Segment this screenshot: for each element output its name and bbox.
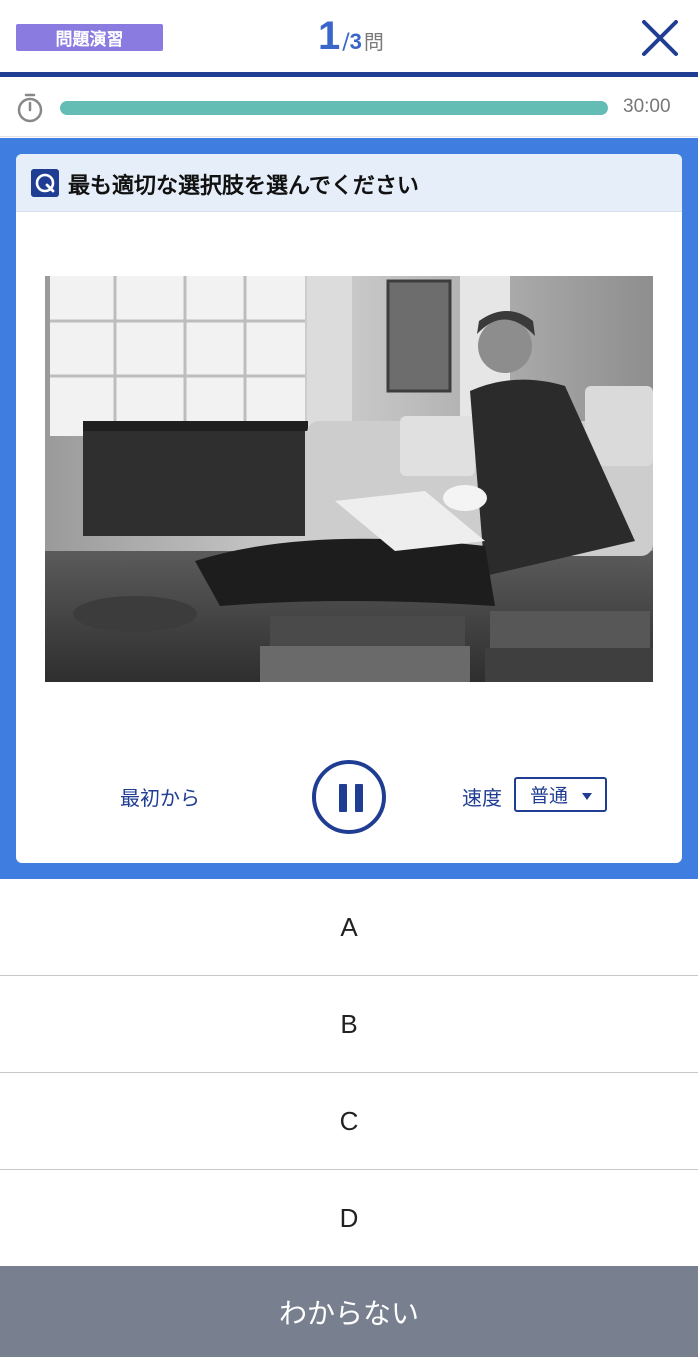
pause-icon-bar <box>355 784 363 812</box>
choice-option[interactable]: C <box>0 1073 698 1170</box>
close-button[interactable] <box>636 14 684 62</box>
question-prompt: 最も適切な選択肢を選んでください <box>68 174 419 199</box>
question-separator: / <box>342 30 350 55</box>
pause-icon <box>339 784 347 812</box>
question-total-number: 3 <box>349 29 362 54</box>
restart-button[interactable]: 最初から <box>120 782 200 811</box>
close-x-icon <box>642 20 678 56</box>
question-q-icon <box>31 169 59 197</box>
timer-progress-fill <box>60 101 608 115</box>
speed-select[interactable]: 普通 <box>514 777 607 812</box>
photo-man-reading-on-floor <box>45 276 653 682</box>
timer-remaining: 30:00 <box>623 96 671 117</box>
dont-know-button[interactable]: わからない <box>0 1266 698 1357</box>
question-unit: 問 <box>363 30 384 54</box>
choice-option[interactable]: A <box>0 879 698 976</box>
speed-value: 普通 <box>530 785 569 807</box>
question-current-number: 1 <box>318 14 341 58</box>
question-counter: 1 / 3 問 <box>318 14 384 62</box>
answer-choices: ABCD <box>0 879 698 1267</box>
question-area: 最も適切な選択肢を選んでください 最初から 速度 普通 <box>0 138 698 879</box>
stopwatch-icon <box>17 93 43 123</box>
choice-option[interactable]: B <box>0 976 698 1073</box>
question-photo <box>45 276 653 682</box>
question-header: 最も適切な選択肢を選んでください <box>16 154 682 212</box>
mode-badge: 問題演習 <box>16 24 163 51</box>
timer-row: 30:00 <box>0 77 698 137</box>
top-header: 問題演習 1 / 3 問 <box>0 0 698 72</box>
choice-option[interactable]: D <box>0 1170 698 1267</box>
question-card: 最も適切な選択肢を選んでください 最初から 速度 普通 <box>16 154 682 863</box>
chevron-down-icon <box>582 793 592 800</box>
speed-label: 速度 <box>462 786 502 810</box>
pause-button[interactable] <box>312 760 386 834</box>
timer-progress-bar <box>60 101 608 115</box>
